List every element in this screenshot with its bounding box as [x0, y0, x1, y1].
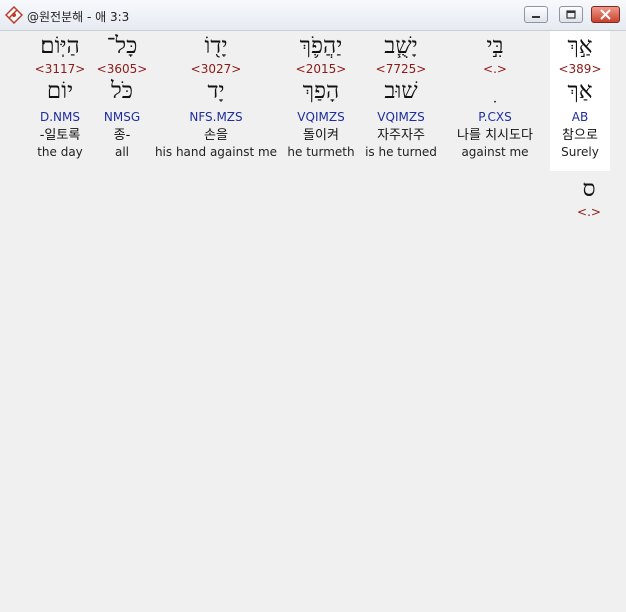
interlinear-view: אַ֣ךְ <389> אַךְ AB 참으로 Surely בִּ֣י <.>… [0, 31, 626, 612]
word-column[interactable]: בִּ֣י <.> ׅ P.CXS 나를 치시도다 against me [446, 31, 544, 160]
hebrew-word: יַהֲפֹ֛ךְ [299, 33, 343, 59]
hebrew-word: יָד֖וֹ [204, 33, 228, 59]
minimize-button[interactable] [524, 6, 548, 23]
word-column[interactable]: יַהֲפֹ֛ךְ <2015> הָפַךְ VQIMZS 돌이켜 he tu… [286, 31, 356, 160]
strong-number[interactable]: <7725> [362, 62, 440, 76]
english-gloss: he turmeth [287, 145, 355, 159]
lemma: אַךְ [567, 78, 593, 104]
parsing-code: D.NMS [39, 110, 80, 124]
korean-gloss: 돌이켜 [303, 128, 339, 143]
parsing-code: AB [571, 110, 589, 124]
strong-number[interactable]: <3605> [94, 62, 150, 76]
strong-number[interactable]: <.> [446, 62, 544, 76]
english-gloss: all [114, 145, 130, 159]
english-gloss: his hand against me [154, 145, 278, 159]
hebrew-word: בִּ֣י [486, 33, 504, 59]
maximize-icon [566, 10, 576, 19]
maximize-button[interactable] [559, 6, 583, 23]
strong-number[interactable]: <3117> [28, 62, 92, 76]
korean-gloss: 손을 [204, 128, 228, 143]
word-column[interactable]: כָּל־ <3605> כֹּל NMSG 종- all [94, 31, 150, 160]
korean-gloss: 참으로 [562, 128, 598, 143]
korean-gloss: -일토록 [39, 128, 81, 143]
parsing-code: VQIMZS [297, 110, 345, 124]
window-title: @원전분해 - 애 3:3 [27, 10, 130, 24]
close-button[interactable] [591, 6, 620, 23]
word-column[interactable]: יָד֖וֹ <3027> יָד NFS.MZS 손을 his hand ag… [152, 31, 280, 160]
korean-gloss: 자주자주 [377, 128, 425, 143]
korean-gloss: 나를 치시도다 [457, 128, 533, 143]
hebrew-word: אַ֣ךְ [567, 33, 593, 59]
app-logo-icon[interactable] [4, 5, 24, 25]
lemma: יוֹם [46, 78, 74, 104]
lemma: הָפַךְ [302, 78, 340, 104]
lemma: יָד [207, 78, 225, 104]
parsing-code: NMSG [103, 110, 141, 124]
strong-number[interactable]: <.> [570, 205, 608, 219]
strong-number[interactable]: <389> [550, 62, 610, 76]
parsing-code: NFS.MZS [189, 110, 243, 124]
strong-number[interactable]: <2015> [286, 62, 356, 76]
parsing-code: VQIMZS [377, 110, 425, 124]
parsing-code: P.CXS [478, 110, 512, 124]
lemma: ׅ [446, 76, 544, 107]
hebrew-word: ס [582, 176, 596, 202]
word-column[interactable]: יָשֻׁ֧ב <7725> שׁוּב VQIMZS 자주자주 is he t… [362, 31, 440, 160]
title-bar: @원전분해 - 애 3:3 [0, 0, 626, 31]
trailer-column[interactable]: ס <.> [570, 174, 608, 219]
english-gloss: the day [37, 145, 83, 159]
english-gloss: is he turned [365, 145, 437, 159]
word-column[interactable]: הַיּֽוֹם׃ <3117> יוֹם D.NMS -일토록 the day [28, 31, 92, 160]
hebrew-word: הַיּֽוֹם׃ [40, 33, 80, 59]
english-gloss: against me [461, 145, 529, 159]
close-icon [600, 9, 611, 20]
lemma: כֹּל [110, 78, 133, 104]
english-gloss: Surely [561, 145, 599, 159]
hebrew-word: כָּל־ [106, 33, 138, 59]
word-column[interactable]: אַ֣ךְ <389> אַךְ AB 참으로 Surely [550, 31, 610, 160]
lemma: שׁוּב [384, 78, 418, 104]
strong-number[interactable]: <3027> [152, 62, 280, 76]
korean-gloss: 종- [113, 128, 131, 143]
minimize-icon [532, 16, 540, 18]
hebrew-word: יָשֻׁ֧ב [384, 33, 418, 59]
